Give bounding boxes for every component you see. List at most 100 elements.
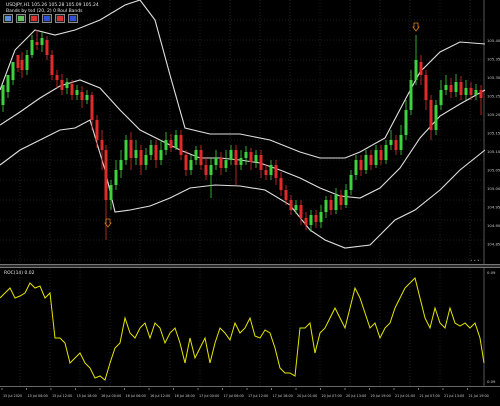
candle-body — [95, 120, 99, 140]
toolbar-button[interactable] — [3, 14, 13, 23]
candle-body — [304, 218, 308, 225]
candle-body — [6, 75, 10, 92]
lower-band-line — [0, 119, 486, 249]
candle-body — [134, 150, 138, 158]
candle-body — [429, 100, 433, 130]
candle-body — [294, 205, 298, 210]
candle-body — [289, 200, 293, 210]
candle-body — [100, 140, 104, 150]
candle-body — [464, 88, 468, 95]
upper-band-line — [0, 0, 486, 159]
candle-icon — [18, 16, 24, 21]
price-axis-label: 105.10 — [487, 149, 500, 154]
candle-body — [254, 155, 258, 162]
price-axis-label: 105.25 — [487, 94, 500, 99]
candle-body — [109, 185, 113, 200]
indicator-pane[interactable]: 0.09 0.09 — [0, 268, 500, 386]
candle-body — [164, 140, 168, 150]
candle-body — [11, 62, 15, 80]
candle-body — [16, 55, 20, 68]
red-square-icon — [31, 16, 37, 21]
candle-body — [354, 160, 358, 175]
candle-body — [344, 190, 348, 205]
price-chart-pane[interactable]: 105.40 105.35 105.30 105.25 105.20 105.15 105.… — [0, 0, 500, 264]
price-axis-label: 104.95 — [487, 205, 500, 210]
candle-body — [264, 170, 268, 175]
candle-body — [359, 160, 363, 170]
time-axis-label: 17 Jul 06:00 — [224, 394, 244, 398]
indicator-axis-label-top: 0.09 — [487, 270, 496, 275]
candle-body — [90, 95, 94, 120]
candle-body — [194, 150, 198, 160]
roc-indicator-svg: 0.09 0.09 — [0, 268, 496, 386]
candle-body — [449, 85, 453, 92]
time-axis: 15 Jul 2020 15 Jul 06:00 15 Jul 12:00 15 Ju… — [0, 386, 500, 400]
candle-body — [414, 60, 418, 80]
time-axis-label: 21 Jul 07:00 — [420, 394, 440, 398]
candle-body — [65, 82, 69, 88]
candle-body — [474, 90, 478, 95]
candle-body — [479, 90, 483, 98]
candle-body — [419, 62, 423, 75]
candle-body — [339, 195, 343, 205]
price-axis-label: 105.35 — [487, 57, 500, 62]
candle-body — [399, 135, 403, 150]
candle-body — [104, 150, 108, 200]
candle-body — [364, 155, 368, 170]
time-axis-label: 21 Jul 01:00 — [395, 394, 415, 398]
indicator-axis-label-bottom: 0.09 — [487, 379, 496, 384]
candle-body — [219, 158, 223, 168]
candle-body — [454, 82, 458, 92]
candle-body — [444, 85, 448, 90]
candle-body — [80, 92, 84, 100]
candle-body — [179, 135, 183, 155]
candle-body — [259, 155, 263, 170]
candle-body — [284, 190, 288, 200]
toolbar-button[interactable] — [16, 14, 26, 23]
toolbar-button[interactable] — [29, 14, 39, 23]
time-axis-label: 16 Jul 00:00 — [101, 394, 121, 398]
candle-body — [234, 150, 238, 165]
candle-body — [35, 42, 39, 45]
time-axis-label: 16 Jul 12:00 — [150, 394, 170, 398]
time-axis-label: 15 Jul 2020 — [3, 394, 22, 398]
toolbar-button[interactable] — [42, 14, 52, 23]
blue-square-icon — [70, 16, 76, 21]
candle-body — [224, 160, 228, 168]
candle-body — [274, 165, 278, 178]
candle-body — [114, 170, 118, 185]
candle-body — [279, 178, 283, 190]
candle-body — [244, 152, 248, 158]
candle-body — [469, 88, 473, 95]
candle-body — [189, 160, 193, 170]
candle-body — [389, 140, 393, 145]
price-axis-label: 104.85 — [487, 242, 500, 247]
time-axis-label: 20 Jul 07:00 — [322, 394, 342, 398]
candle-body — [269, 165, 273, 175]
toolbar-button[interactable] — [68, 14, 78, 23]
candle-body — [384, 145, 388, 160]
candle-body — [85, 95, 89, 100]
time-axis-label: 17 Jul 12:00 — [248, 394, 268, 398]
indicator-label: ROC(14) 0.02 — [4, 271, 35, 276]
candle-body — [369, 155, 373, 165]
candle-body — [334, 195, 338, 210]
candle-body — [169, 140, 173, 148]
price-axis-label: 105.00 — [487, 186, 500, 191]
time-axis-label: 16 Jul 18:00 — [175, 394, 195, 398]
time-axis-label: 21 Jul 13:00 — [444, 394, 464, 398]
red-square-icon — [57, 16, 63, 21]
candle-body — [75, 90, 79, 95]
candle-body — [124, 140, 128, 160]
symbol-info-line: USDJPY,H1 105.26 105.28 105.09 105.24 — [6, 3, 99, 8]
toolbar-button[interactable] — [55, 14, 65, 23]
candle-body — [139, 150, 143, 165]
price-axis-label: 105.05 — [487, 168, 500, 173]
candle-body — [119, 160, 123, 170]
roc-line — [0, 277, 485, 381]
time-axis-label: 17 Jul 00:00 — [199, 394, 219, 398]
candle-body — [309, 215, 313, 225]
candle-body — [30, 40, 34, 55]
candle-body — [1, 85, 5, 105]
candle-body — [349, 175, 353, 190]
